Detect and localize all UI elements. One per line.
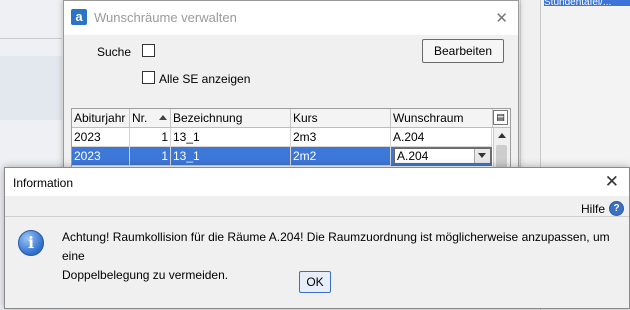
column-chooser-icon[interactable]: ▤ [493,110,508,125]
hilfe-link[interactable]: Hilfe [581,202,605,216]
dialog-title: Wunschräume verwalten [94,10,237,25]
cell-abiturjahr: 2023 [72,128,130,147]
header-kurs[interactable]: Kurs [291,109,391,127]
header-bezeichnung[interactable]: Bezeichnung [171,109,291,127]
chevron-down-icon[interactable] [474,149,490,163]
sort-ascending-icon [159,115,167,120]
info-titlebar: Information ✕ [5,168,629,196]
information-dialog: Information ✕ Hilfe ? i Achtung! Raumkol… [4,167,630,309]
cell-wunschraum[interactable]: A.204 [391,128,492,147]
header-wunschraum[interactable]: Wunschraum [391,109,493,127]
close-icon[interactable]: ✕ [605,172,619,192]
table-row[interactable]: 2023 1 13_1 2m3 A.204 [72,128,492,147]
dialog-titlebar: a Wunschräume verwalten ✕ [64,1,518,35]
info-title: Information [13,176,74,190]
divider [5,216,629,217]
wunschraum-dropdown[interactable]: A.204 [394,148,491,164]
close-icon[interactable]: ✕ [495,9,508,27]
app-logo-icon: a [71,9,87,25]
table-header: Abiturjahr Nr. Bezeichnung Kurs Wunschra… [72,109,510,128]
header-nr[interactable]: Nr. [130,109,171,127]
cell-abiturjahr: 2023 [72,147,130,166]
bearbeiten-button[interactable]: Bearbeiten [422,39,504,63]
header-nr-label: Nr. [132,111,148,125]
cell-nr: 1 [130,147,171,166]
background-divider-vertical [520,0,521,170]
header-abiturjahr[interactable]: Abiturjahr [72,109,130,127]
table-row-selected[interactable]: 2023 1 13_1 2m2 A.204 [72,147,492,166]
cell-kurs: 2m3 [291,128,391,147]
wunschraeume-dialog: a Wunschräume verwalten ✕ Suche Alle SE … [63,0,519,178]
scroll-up-icon[interactable] [494,128,510,143]
suche-checkbox[interactable] [142,44,155,57]
cell-kurs: 2m2 [291,147,391,166]
wunschraum-dropdown-value: A.204 [397,149,429,163]
info-icon: i [18,230,44,256]
suche-label: Suche [97,45,132,59]
alle-se-label: Alle SE anzeigen [159,72,251,86]
background-highlight-band [0,56,62,120]
cell-bezeichnung: 13_1 [171,128,291,147]
ok-button[interactable]: OK [299,271,331,293]
alle-se-checkbox[interactable] [142,71,155,84]
help-icon[interactable]: ? [609,201,624,216]
cell-bezeichnung: 13_1 [171,147,291,166]
background-selected-item[interactable]: Stundentafel/... [544,0,630,6]
info-message: Achtung! Raumkollision für die Räume A.2… [62,228,622,285]
cell-nr: 1 [130,128,171,147]
background-divider [0,38,62,39]
info-message-line1: Achtung! Raumkollision für die Räume A.2… [62,230,610,263]
info-message-line2: Doppelbelegung zu vermeiden. [62,268,229,282]
